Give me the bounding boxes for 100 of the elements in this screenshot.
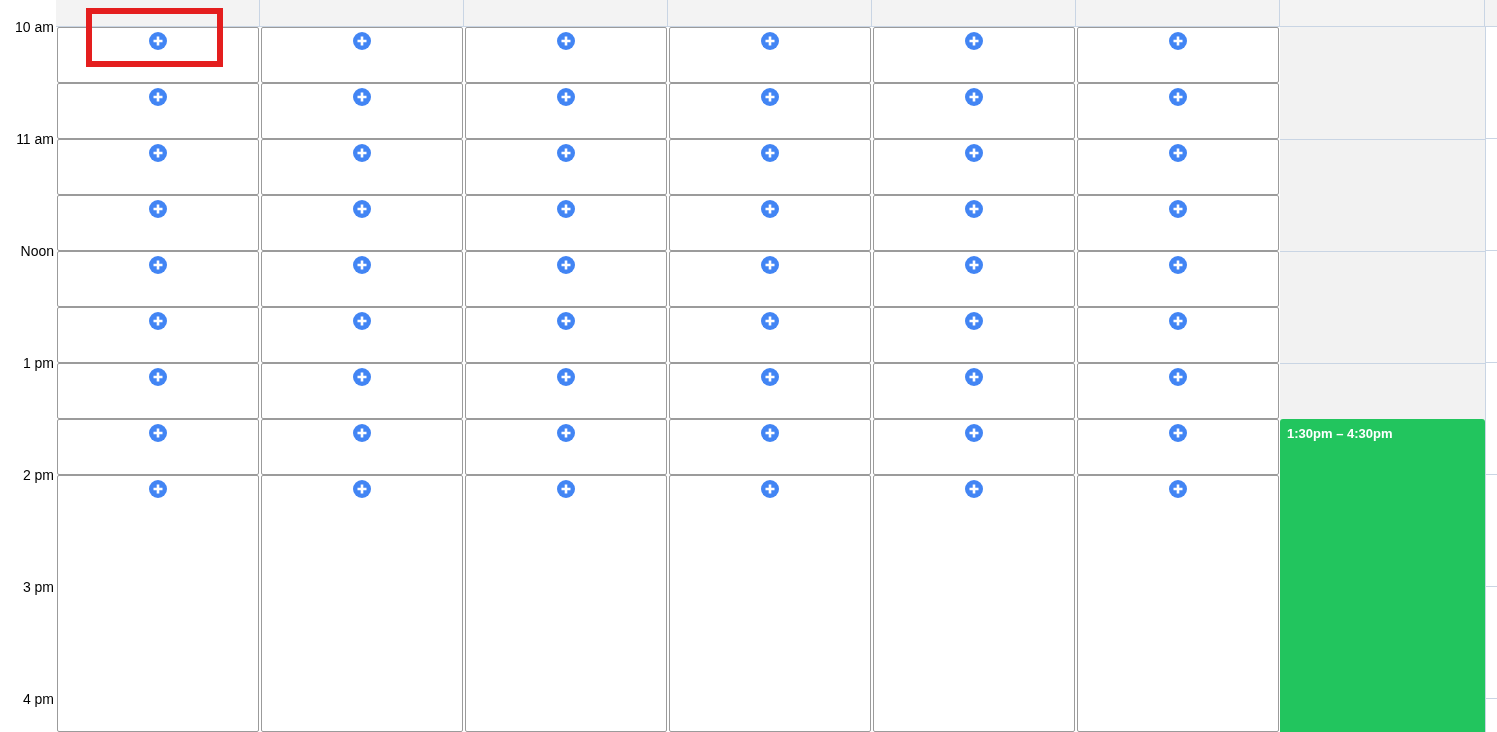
plus-circle-icon[interactable]: [557, 480, 575, 498]
plus-circle-icon[interactable]: [353, 88, 371, 106]
plus-circle-icon[interactable]: [557, 312, 575, 330]
plus-circle-icon[interactable]: [761, 480, 779, 498]
plus-circle-icon[interactable]: [557, 200, 575, 218]
plus-circle-icon[interactable]: [965, 32, 983, 50]
plus-circle-icon[interactable]: [1169, 480, 1187, 498]
plus-circle-icon[interactable]: [353, 256, 371, 274]
plus-circle-icon[interactable]: [761, 32, 779, 50]
plus-circle-icon[interactable]: [965, 88, 983, 106]
time-slot[interactable]: [465, 363, 667, 419]
time-slot[interactable]: [669, 251, 871, 307]
time-slot[interactable]: [57, 475, 259, 732]
plus-circle-icon[interactable]: [149, 200, 167, 218]
plus-circle-icon[interactable]: [557, 256, 575, 274]
time-slot[interactable]: [873, 475, 1075, 732]
plus-circle-icon[interactable]: [965, 424, 983, 442]
time-slot[interactable]: [465, 139, 667, 195]
time-slot[interactable]: [873, 251, 1075, 307]
time-slot[interactable]: [261, 307, 463, 363]
time-slot[interactable]: [873, 363, 1075, 419]
time-slot[interactable]: [873, 139, 1075, 195]
plus-circle-icon[interactable]: [965, 256, 983, 274]
time-slot[interactable]: [465, 195, 667, 251]
time-slot[interactable]: [669, 307, 871, 363]
time-slot[interactable]: [261, 419, 463, 475]
plus-circle-icon[interactable]: [761, 424, 779, 442]
plus-circle-icon[interactable]: [965, 480, 983, 498]
plus-circle-icon[interactable]: [353, 144, 371, 162]
plus-circle-icon[interactable]: [353, 368, 371, 386]
plus-circle-icon[interactable]: [353, 312, 371, 330]
time-slot[interactable]: [1077, 195, 1279, 251]
plus-circle-icon[interactable]: [1169, 88, 1187, 106]
time-slot[interactable]: [261, 27, 463, 83]
time-slot[interactable]: [261, 251, 463, 307]
time-slot[interactable]: [669, 27, 871, 83]
plus-circle-icon[interactable]: [149, 312, 167, 330]
time-slot[interactable]: [57, 139, 259, 195]
plus-circle-icon[interactable]: [1169, 256, 1187, 274]
plus-circle-icon[interactable]: [353, 32, 371, 50]
time-slot[interactable]: [465, 251, 667, 307]
time-slot[interactable]: [57, 83, 259, 139]
time-slot[interactable]: [465, 27, 667, 83]
time-slot[interactable]: [1077, 139, 1279, 195]
plus-circle-icon[interactable]: [353, 480, 371, 498]
time-slot[interactable]: [873, 419, 1075, 475]
calendar-event[interactable]: 1:30pm – 4:30pm: [1280, 419, 1485, 732]
plus-circle-icon[interactable]: [557, 144, 575, 162]
plus-circle-icon[interactable]: [761, 88, 779, 106]
time-slot[interactable]: [873, 307, 1075, 363]
plus-circle-icon[interactable]: [761, 312, 779, 330]
time-slot[interactable]: [1077, 419, 1279, 475]
time-slot[interactable]: [465, 83, 667, 139]
plus-circle-icon[interactable]: [557, 424, 575, 442]
plus-circle-icon[interactable]: [557, 368, 575, 386]
time-slot[interactable]: [669, 83, 871, 139]
plus-circle-icon[interactable]: [1169, 200, 1187, 218]
plus-circle-icon[interactable]: [761, 144, 779, 162]
plus-circle-icon[interactable]: [149, 480, 167, 498]
plus-circle-icon[interactable]: [761, 256, 779, 274]
plus-circle-icon[interactable]: [1169, 144, 1187, 162]
time-slot[interactable]: [669, 139, 871, 195]
time-slot[interactable]: [1077, 475, 1279, 732]
time-slot[interactable]: [261, 139, 463, 195]
time-slot[interactable]: [873, 27, 1075, 83]
plus-circle-icon[interactable]: [149, 368, 167, 386]
plus-circle-icon[interactable]: [1169, 32, 1187, 50]
plus-circle-icon[interactable]: [965, 312, 983, 330]
plus-circle-icon[interactable]: [965, 200, 983, 218]
time-slot[interactable]: [465, 475, 667, 732]
time-slot[interactable]: [1077, 251, 1279, 307]
plus-circle-icon[interactable]: [1169, 424, 1187, 442]
time-slot[interactable]: [1077, 83, 1279, 139]
plus-circle-icon[interactable]: [1169, 312, 1187, 330]
plus-circle-icon[interactable]: [149, 144, 167, 162]
plus-circle-icon[interactable]: [761, 200, 779, 218]
time-slot[interactable]: [57, 251, 259, 307]
plus-circle-icon[interactable]: [149, 88, 167, 106]
time-slot[interactable]: [57, 363, 259, 419]
time-slot[interactable]: [57, 419, 259, 475]
time-slot[interactable]: [669, 195, 871, 251]
plus-circle-icon[interactable]: [557, 88, 575, 106]
time-slot[interactable]: [261, 195, 463, 251]
plus-circle-icon[interactable]: [1169, 368, 1187, 386]
plus-circle-icon[interactable]: [149, 424, 167, 442]
time-slot[interactable]: [669, 419, 871, 475]
plus-circle-icon[interactable]: [353, 200, 371, 218]
time-slot[interactable]: [261, 83, 463, 139]
time-slot[interactable]: [1077, 363, 1279, 419]
plus-circle-icon[interactable]: [965, 144, 983, 162]
plus-circle-icon[interactable]: [149, 32, 167, 50]
time-slot[interactable]: [669, 363, 871, 419]
time-slot[interactable]: [873, 195, 1075, 251]
time-slot[interactable]: [1077, 307, 1279, 363]
plus-circle-icon[interactable]: [761, 368, 779, 386]
time-slot[interactable]: [873, 83, 1075, 139]
plus-circle-icon[interactable]: [353, 424, 371, 442]
time-slot[interactable]: [57, 195, 259, 251]
time-slot[interactable]: [261, 475, 463, 732]
plus-circle-icon[interactable]: [557, 32, 575, 50]
